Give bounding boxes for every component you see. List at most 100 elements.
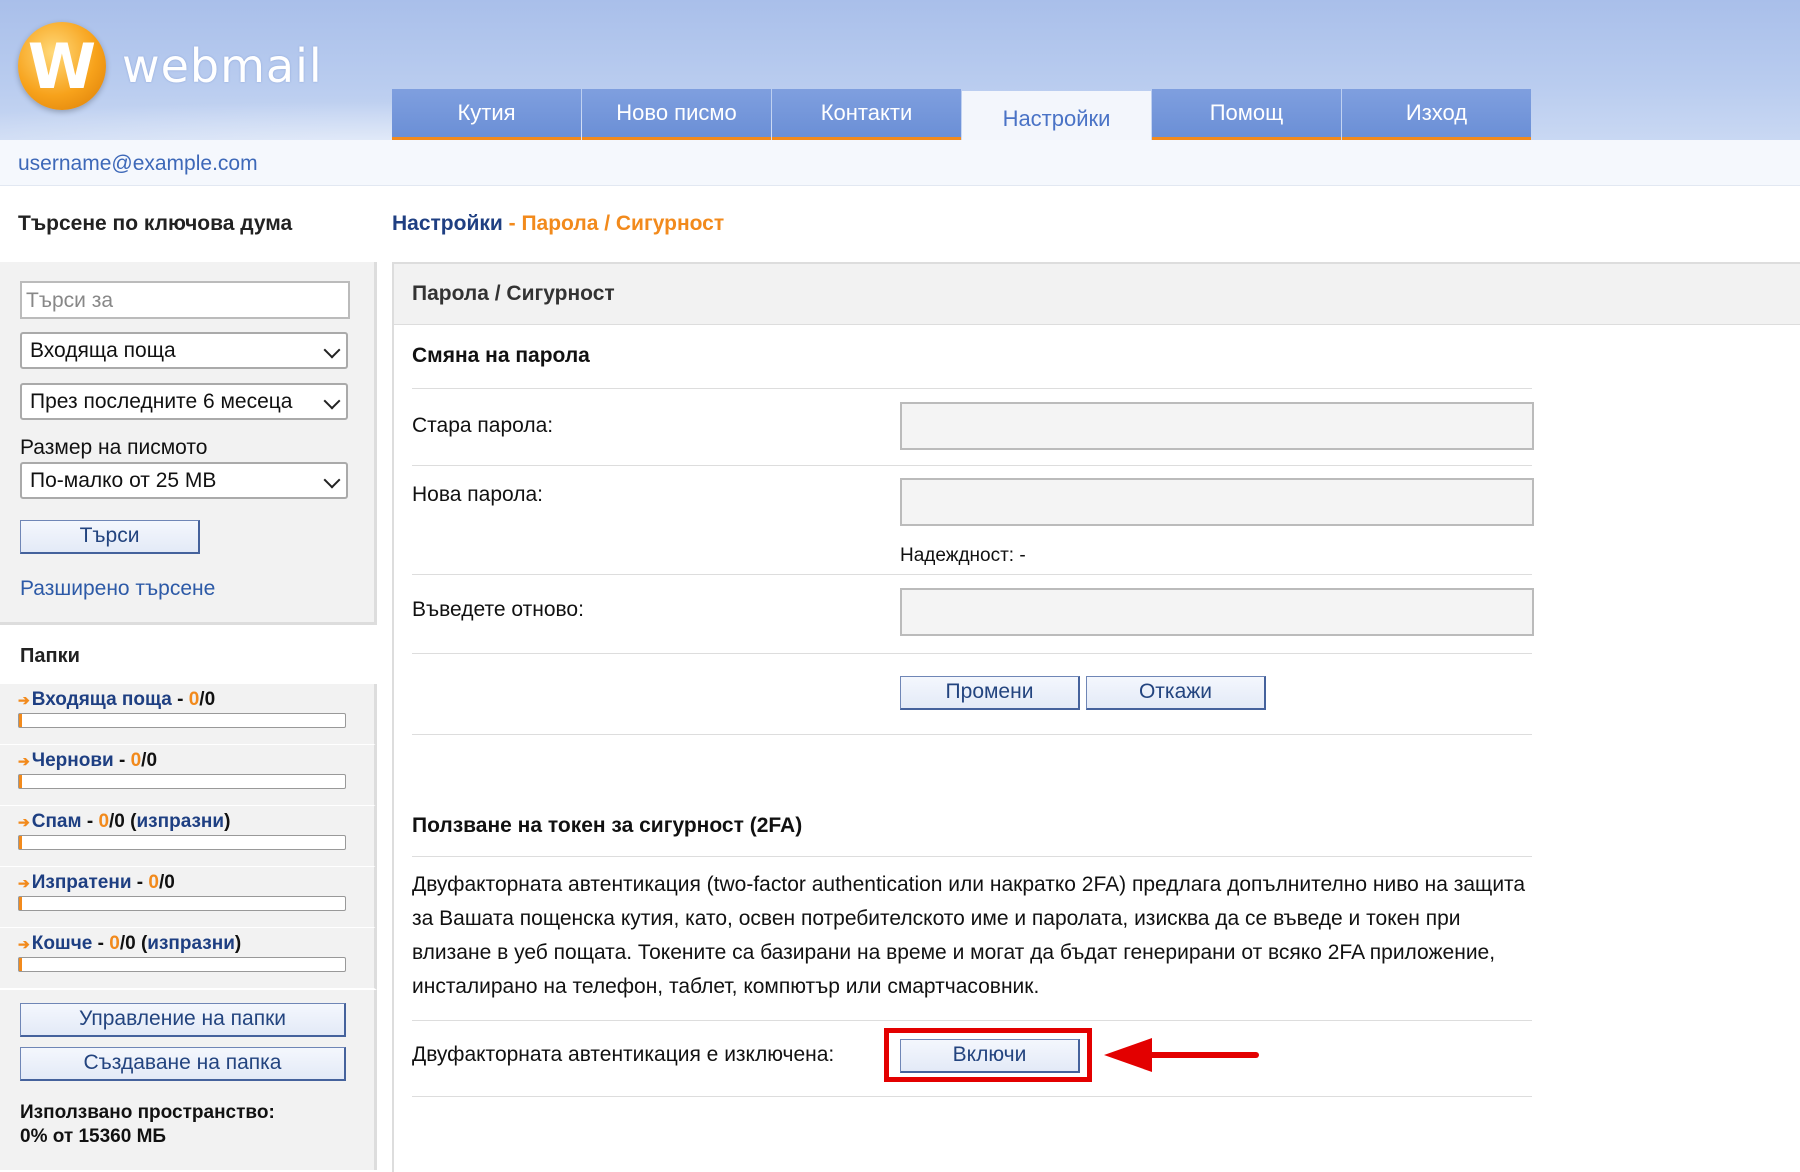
tab-logout[interactable]: Изход xyxy=(1342,89,1531,140)
folder-usage-fill xyxy=(19,714,22,727)
space-label: Използвано пространство: xyxy=(20,1102,275,1123)
folder-unread: 0 xyxy=(130,750,142,771)
sidebar: Търсене по ключова дума Търси за Входяща… xyxy=(0,186,378,1170)
divider xyxy=(412,653,1532,654)
empty-trash-link[interactable]: изпразни xyxy=(147,933,235,954)
divider xyxy=(412,1020,1532,1021)
settings-panel: Парола / Сигурност Смяна на парола Стара… xyxy=(392,262,1800,1172)
size-select-value: По-малко от 25 MB xyxy=(30,469,217,492)
folder-usage-fill xyxy=(19,836,22,849)
period-select-value: През последните 6 месеца xyxy=(30,390,293,413)
tab-inbox[interactable]: Кутия xyxy=(392,89,581,140)
folder-usage-bar xyxy=(18,713,346,728)
old-password-input[interactable] xyxy=(900,402,1534,450)
divider xyxy=(412,856,1532,857)
folder-usage-fill xyxy=(19,958,22,971)
divider xyxy=(412,465,1532,466)
arrow-right-icon: ➔ xyxy=(18,692,30,708)
folder-total: /0 ( xyxy=(109,811,137,832)
change-password-title: Смяна на парола xyxy=(412,344,590,367)
twofa-status: Двуфакторната автентикация е изключена: xyxy=(412,1043,835,1066)
create-folder-button[interactable]: Създаване на папка xyxy=(20,1047,346,1081)
logo-text: webmail xyxy=(122,39,323,93)
folder-sep: - xyxy=(113,750,131,771)
user-bar: username@example.com xyxy=(0,140,1800,186)
folder-link-inbox[interactable]: Входяща поща xyxy=(32,689,172,710)
folder-total: /0 xyxy=(199,689,216,710)
new-password-label: Нова парола: xyxy=(412,483,543,506)
breadcrumb-root[interactable]: Настройки xyxy=(392,212,503,235)
divider xyxy=(412,574,1532,575)
size-select[interactable]: По-малко от 25 MB xyxy=(20,462,348,499)
empty-spam-link[interactable]: изпразни xyxy=(136,811,224,832)
chevron-down-icon xyxy=(323,392,341,410)
folder-usage-bar xyxy=(18,896,346,911)
space-value: 0% от 15360 МБ xyxy=(20,1126,167,1147)
folder-usage-bar xyxy=(18,957,346,972)
advanced-search-link[interactable]: Разширено търсене xyxy=(20,577,215,601)
chevron-down-icon xyxy=(323,471,341,489)
new-password-input[interactable] xyxy=(900,478,1534,526)
folder-unread: 0 xyxy=(98,811,110,832)
repeat-password-input[interactable] xyxy=(900,588,1534,636)
logo-icon: W xyxy=(18,22,106,110)
folder-sep: - xyxy=(131,872,149,893)
main-tabs: Кутия Ново писмо Контакти Настройки Помо… xyxy=(392,89,1532,140)
folder-unread: 0 xyxy=(188,689,200,710)
folder-total: /0 ( xyxy=(119,933,148,954)
folder-select-value: Входяща поща xyxy=(30,339,176,362)
twofa-description: Двуфакторната автентикация (two-factor a… xyxy=(412,873,1526,998)
folder-sep: - xyxy=(171,689,189,710)
tab-help[interactable]: Помощ xyxy=(1152,89,1341,140)
period-select[interactable]: През последните 6 месеца xyxy=(20,383,348,420)
folder-select[interactable]: Входяща поща xyxy=(20,332,348,369)
divider xyxy=(412,734,1532,735)
folder-row: ➔ Чернови - 0/0 xyxy=(0,745,377,807)
arrow-right-icon: ➔ xyxy=(18,875,30,891)
folder-link-trash[interactable]: Кошче xyxy=(32,933,93,954)
cancel-button[interactable]: Откажи xyxy=(1086,676,1266,710)
twofa-title: Ползване на токен за сигурност (2FA) xyxy=(412,814,803,837)
folder-unread: 0 xyxy=(148,872,159,893)
arrow-right-icon: ➔ xyxy=(18,936,30,952)
main-content: Настройки - Парола / Сигурност Парола / … xyxy=(392,186,1800,1172)
highlight-box xyxy=(884,1028,1092,1082)
folder-total: /0 xyxy=(141,750,158,771)
folder-total: /0 xyxy=(158,872,175,893)
arrow-right-icon: ➔ xyxy=(18,814,30,830)
folder-paren: ) xyxy=(224,811,231,832)
repeat-password-label: Въведете отново: xyxy=(412,598,584,621)
breadcrumb-current: - Парола / Сигурност xyxy=(502,212,725,235)
change-password-button[interactable]: Промени xyxy=(900,676,1080,710)
password-strength: Надеждност: - xyxy=(900,545,1026,566)
manage-folders-button[interactable]: Управление на папки xyxy=(20,1003,346,1037)
search-input[interactable]: Търси за xyxy=(20,281,350,319)
old-password-label: Стара парола: xyxy=(412,414,554,437)
folder-usage-fill xyxy=(19,775,22,788)
tab-compose[interactable]: Ново писмо xyxy=(582,89,771,140)
search-button[interactable]: Търси xyxy=(20,520,200,554)
folder-sep: - xyxy=(92,933,110,954)
size-label: Размер на писмото xyxy=(20,436,208,459)
panel-header: Парола / Сигурност xyxy=(394,264,1800,325)
user-email: username@example.com xyxy=(18,152,258,175)
panel-title: Парола / Сигурност xyxy=(412,282,615,305)
search-panel: Търси за Входяща поща През последните 6 … xyxy=(0,262,377,625)
folder-sep: - xyxy=(81,811,99,832)
breadcrumb: Настройки - Парола / Сигурност xyxy=(392,212,724,236)
tab-settings[interactable]: Настройки xyxy=(962,91,1151,140)
divider xyxy=(412,1096,1532,1097)
divider xyxy=(412,388,1532,389)
folder-link-spam[interactable]: Спам xyxy=(32,811,82,832)
header: W webmail Кутия Ново писмо Контакти Наст… xyxy=(0,0,1800,140)
folder-usage-fill xyxy=(19,897,22,910)
folder-link-sent[interactable]: Изпратени xyxy=(32,872,132,893)
folder-row: ➔ Спам - 0/0 (изпразни) xyxy=(0,806,377,868)
logo[interactable]: W webmail xyxy=(18,22,323,110)
arrow-right-icon: ➔ xyxy=(18,753,30,769)
folder-link-drafts[interactable]: Чернови xyxy=(32,750,114,771)
folder-usage-bar xyxy=(18,774,346,789)
folder-row: ➔ Входяща поща - 0/0 xyxy=(0,684,377,746)
folder-row: ➔ Кошче - 0/0 (изпразни) xyxy=(0,928,377,990)
tab-contacts[interactable]: Контакти xyxy=(772,89,961,140)
